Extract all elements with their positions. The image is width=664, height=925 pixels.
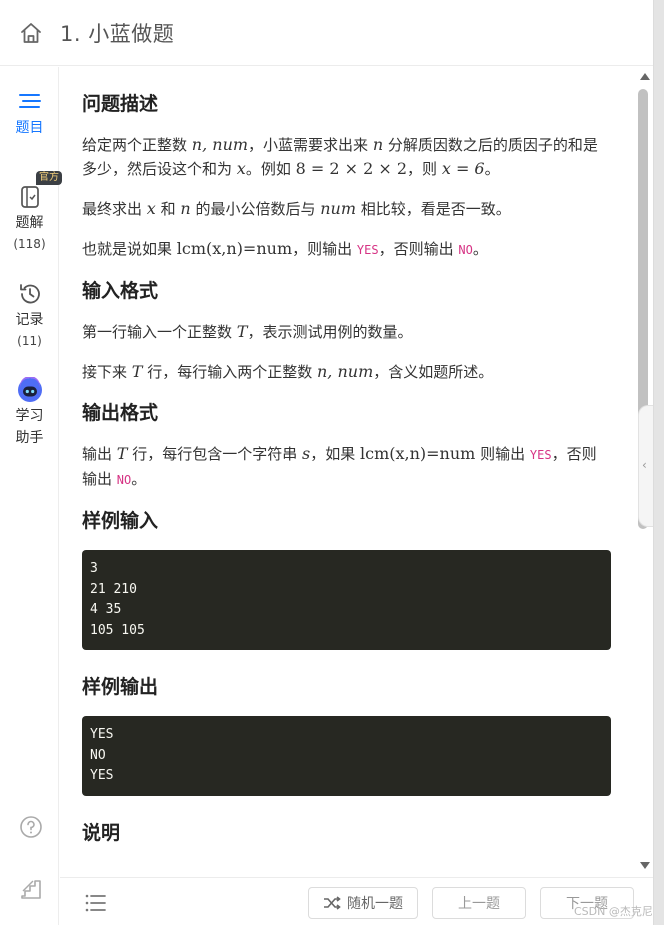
math: lcm(x,n)=num: [360, 444, 476, 463]
math: num: [320, 199, 356, 218]
inline-code: NO: [116, 473, 132, 487]
record-count: (11): [17, 334, 42, 348]
sidebar-item-records[interactable]: 记录 (11): [0, 281, 59, 351]
math: n: [372, 135, 384, 154]
help-icon[interactable]: [19, 815, 43, 839]
chevron-left-icon: ‹: [642, 458, 647, 472]
text: 则输出: [475, 445, 530, 463]
inline-code: YES: [529, 448, 552, 462]
sidebar-item-label: 记录: [15, 312, 44, 328]
section-title-description: 问题描述: [82, 93, 159, 115]
text: ，含义如题所述。: [373, 363, 494, 381]
math: T: [131, 362, 143, 381]
description-paragraph-3: 也就是说如果 lcm(x,n)=num，则输出 YES，否则输出 NO。: [82, 237, 611, 262]
text: ，则: [407, 160, 442, 178]
solution-book-icon: [20, 186, 39, 208]
problem-list-icon[interactable]: [84, 892, 108, 914]
menu-list-icon: [18, 94, 41, 108]
top-bar: 1. 小蓝做题: [0, 0, 653, 66]
bottom-toolbar: 随机一题 上一题 下一题: [60, 877, 653, 925]
section-title-sample-output: 样例输出: [82, 676, 159, 698]
csdn-watermark: CSDN @杰克尼: [574, 905, 653, 918]
panel-collapse-handle[interactable]: ‹: [638, 405, 653, 527]
inline-code: NO: [458, 243, 473, 257]
text: ，则输出: [292, 240, 357, 258]
left-sidebar: 题目 官方 题解 (118) 记录 (11) 学习 助手: [0, 67, 62, 925]
text: 的最小公倍数后与: [190, 200, 321, 218]
sidebar-item-label: 题目: [15, 120, 44, 136]
robot-assistant-icon: [17, 377, 42, 402]
math: lcm(x,n)=num: [176, 239, 293, 258]
math: x = 6: [441, 159, 485, 178]
math: n: [180, 199, 191, 218]
math: x: [146, 199, 156, 218]
text: 相比较，看是否一致。: [356, 200, 511, 218]
text: 第一行输入一个正整数: [82, 323, 237, 341]
math: 8 = 2 × 2 × 2: [295, 159, 408, 178]
shuffle-icon: [324, 896, 341, 910]
math: T: [116, 444, 128, 463]
math: s: [302, 444, 311, 463]
home-icon[interactable]: [18, 20, 44, 46]
sidebar-item-problem[interactable]: 题目: [0, 89, 59, 139]
math: n, num: [191, 135, 249, 154]
text: 给定两个正整数: [82, 136, 192, 154]
text: ，如果: [310, 445, 360, 463]
text: ，否则输出: [378, 240, 459, 258]
text: 输出: [82, 445, 117, 463]
scroll-up-arrow-icon[interactable]: [640, 73, 650, 80]
window-edge: [654, 0, 664, 925]
random-problem-label: 随机一题: [347, 895, 403, 911]
section-title-output: 输出格式: [82, 402, 159, 424]
app-window: 1. 小蓝做题 题目 官方 题解 (118) 记录 (11) 学习 助手 问题描…: [0, 0, 654, 925]
text: ，表示测试用例的数量。: [247, 323, 413, 341]
text: 。例如: [245, 160, 296, 178]
sample-input-code[interactable]: 3 21 210 4 35 105 105: [82, 550, 611, 650]
input-paragraph-1: 第一行输入一个正整数 T，表示测试用例的数量。: [82, 320, 611, 344]
section-title-input: 输入格式: [82, 280, 159, 302]
page-title: 1. 小蓝做题: [60, 21, 175, 46]
output-paragraph-1: 输出 T 行，每行包含一个字符串 s，如果 lcm(x,n)=num 则输出 Y…: [82, 442, 611, 492]
math: n, num: [317, 362, 374, 381]
section-title-explanation: 说明: [82, 821, 121, 844]
math: x: [236, 159, 246, 178]
problem-content: 问题描述 给定两个正整数 n, num，小蓝需要求出来 n 分解质因数之后的质因…: [60, 67, 636, 877]
solution-count: (118): [13, 237, 46, 251]
scroll-down-arrow-icon[interactable]: [640, 862, 650, 869]
text: 。: [131, 470, 147, 488]
math: T: [236, 322, 248, 341]
text: 行，每行包含一个字符串: [127, 445, 302, 463]
text: 最终求出: [82, 200, 147, 218]
section-title-sample-input: 样例输入: [82, 510, 159, 532]
text: 和: [155, 200, 181, 218]
description-paragraph-2: 最终求出 x 和 n 的最小公倍数后与 num 相比较，看是否一致。: [82, 197, 611, 221]
text: 也就是说如果: [82, 240, 177, 258]
inline-code: YES: [356, 243, 379, 257]
random-problem-button[interactable]: 随机一题: [308, 887, 418, 919]
text: 。: [472, 240, 488, 258]
sidebar-item-label: 题解: [15, 215, 44, 231]
sidebar-item-label: 学习: [15, 408, 44, 424]
sample-output-code[interactable]: YES NO YES: [82, 716, 611, 796]
text: 接下来: [82, 363, 132, 381]
text: 。: [484, 160, 500, 178]
sidebar-item-assistant[interactable]: 学习 助手: [0, 377, 59, 449]
sidebar-item-label-2: 助手: [15, 430, 44, 446]
official-badge: 官方: [36, 171, 62, 185]
text: ，小蓝需要求出来: [248, 136, 373, 154]
text: 行，每行输入两个正整数: [142, 363, 317, 381]
stairs-icon[interactable]: [19, 877, 43, 901]
previous-problem-button[interactable]: 上一题: [432, 887, 526, 919]
input-paragraph-2: 接下来 T 行，每行输入两个正整数 n, num，含义如题所述。: [82, 360, 611, 384]
history-icon: [19, 284, 40, 304]
description-paragraph-1: 给定两个正整数 n, num，小蓝需要求出来 n 分解质因数之后的质因子的和是多…: [82, 133, 611, 181]
sidebar-item-solutions[interactable]: 官方 题解 (118): [0, 171, 62, 254]
